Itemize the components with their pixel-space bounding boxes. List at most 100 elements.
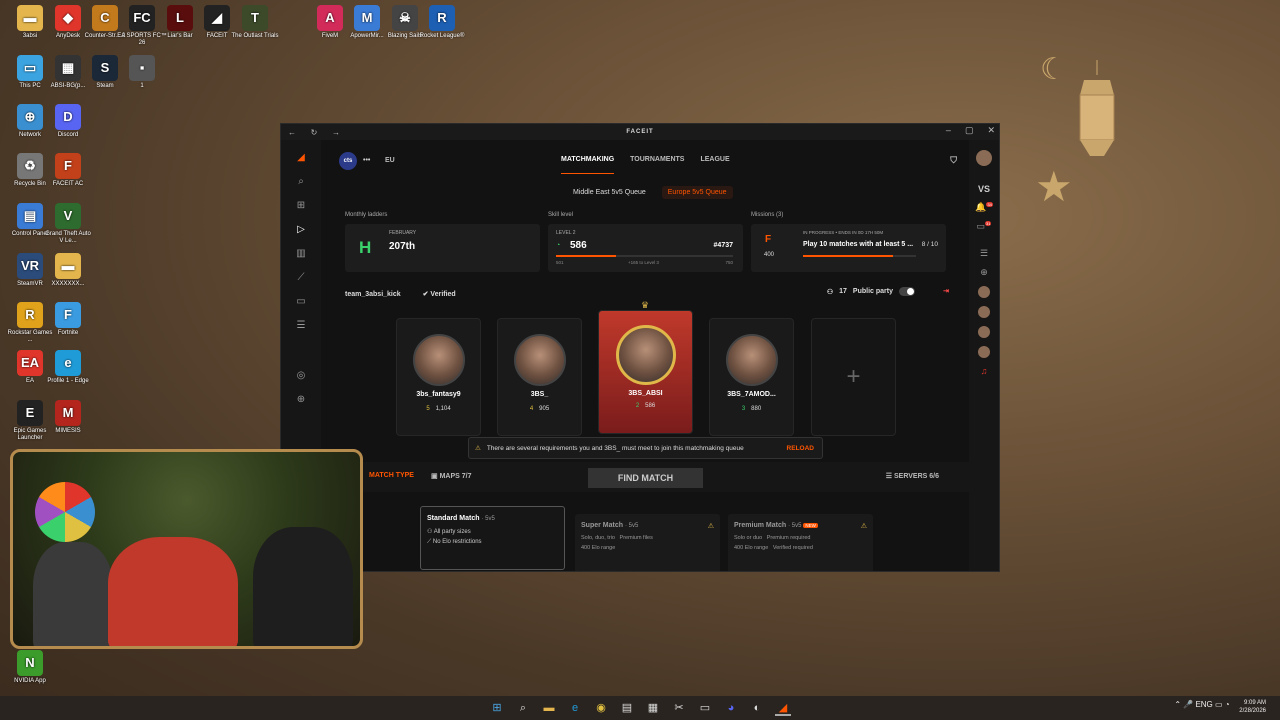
friend-avatar[interactable] xyxy=(978,326,990,338)
vs-icon[interactable]: VS xyxy=(978,184,990,194)
party-player-card[interactable]: 3BS_7AMOD... 3 880 xyxy=(709,318,794,436)
player-elo: 586 xyxy=(645,403,656,409)
notifications-icon[interactable]: 🔔34 xyxy=(975,202,993,213)
queue-warning-banner: ⚠ There are several requirements you and… xyxy=(468,437,823,459)
public-party-toggle[interactable] xyxy=(899,287,915,296)
invite-player-slot[interactable]: + xyxy=(811,318,896,436)
reload-button[interactable]: RELOAD xyxy=(787,445,814,452)
skill-max: 750 xyxy=(725,260,733,265)
mode-standard-match[interactable]: Standard Match · 5v5 ⚇ All party sizes ⟋… xyxy=(420,506,565,570)
mode-title: Super Match xyxy=(581,522,624,529)
more-options-icon[interactable]: ••• xyxy=(363,157,370,164)
team-name[interactable]: team_3absi_kick xyxy=(345,291,401,298)
window-icon[interactable]: ▭ xyxy=(697,700,713,716)
friend-avatar[interactable] xyxy=(978,286,990,298)
desktop-icon[interactable]: ▪ 1 xyxy=(117,55,167,90)
search-icon[interactable]: ⌕ xyxy=(515,700,531,716)
party-player-card[interactable]: 3BS_ 4 905 xyxy=(497,318,582,436)
party-leader-card[interactable]: 3BS_ABSI 2 586 xyxy=(598,310,693,434)
club-logo[interactable]: cts xyxy=(339,152,357,170)
faceit-taskbar-icon[interactable]: ◢ xyxy=(775,700,791,716)
mode-line: Solo or duo Premium required xyxy=(734,535,867,541)
mode-title: Standard Match xyxy=(427,515,480,522)
tray-icons[interactable]: ⌃ 🎤 ENG ▭ ◔ xyxy=(1174,700,1229,709)
warning-text: There are several requirements you and 3… xyxy=(486,444,744,452)
steam-icon[interactable]: ◐ xyxy=(749,700,765,716)
verified-badge: ✔ Verified xyxy=(422,291,456,298)
person-center xyxy=(108,537,238,646)
maps-tab[interactable]: ▣ MAPS 7/7 xyxy=(431,472,471,480)
notepad-icon[interactable]: ▤ xyxy=(619,700,635,716)
language-indicator[interactable]: ENG xyxy=(1195,700,1212,709)
play-icon[interactable]: ▷ xyxy=(292,224,310,238)
chrome-icon[interactable]: ◉ xyxy=(593,700,609,716)
desktop-icon[interactable]: e Profile 1 - Edge xyxy=(43,350,93,385)
mode-premium-match[interactable]: Premium Match · 5v5 NEW ⚠ Solo or duo Pr… xyxy=(728,514,873,571)
close-button[interactable]: ✕ xyxy=(987,125,995,136)
shield-icon[interactable]: ⛉ xyxy=(950,155,957,166)
desktop-icon[interactable]: F FACEIT AC xyxy=(43,153,93,188)
start-icon[interactable]: ⊞ xyxy=(489,700,505,716)
desktop-icon[interactable]: D Discord xyxy=(43,104,93,139)
missions-icon[interactable]: ☰ xyxy=(292,320,310,334)
skill-rank: #4737 xyxy=(713,242,733,249)
app-icon: D xyxy=(55,104,81,130)
match-bottom-bar: MATCH TYPE ▣ MAPS 7/7 FIND MATCH ☰ SERVE… xyxy=(321,462,969,492)
servers-tab[interactable]: ☰ SERVERS 6/6 xyxy=(886,472,939,480)
find-players-icon[interactable]: ⊞ xyxy=(292,200,310,214)
maximize-button[interactable]: ▢ xyxy=(965,125,974,136)
system-tray[interactable]: ⌃ 🎤 ENG ▭ ◔ 9:09 AM 2/28/2026 xyxy=(1174,699,1266,716)
desktop-icon[interactable]: M MIMESIS xyxy=(43,400,93,435)
minimize-button[interactable]: – xyxy=(946,125,951,136)
missions-section-label: Missions (3) xyxy=(751,212,784,218)
missions-card[interactable]: F 400 IN PROGRESS • ENDS IN 0D 17H 50M P… xyxy=(751,224,946,272)
mode-super-match[interactable]: Super Match · 5v5 ⚠ Solo, duo, trio Prem… xyxy=(575,514,720,571)
desktop-icon[interactable]: T The Outlast Trials xyxy=(230,5,280,40)
add-friend-icon[interactable]: ⊕ xyxy=(980,267,988,278)
add-icon[interactable]: ⊕ xyxy=(292,394,310,408)
tab-tournaments[interactable]: TOURNAMENTS xyxy=(630,156,684,174)
app-icon: ▬ xyxy=(17,5,43,31)
player-elo-row: 5 1,104 xyxy=(397,406,480,412)
party-player-card[interactable]: 3bs_fantasy9 5 1,104 xyxy=(396,318,481,436)
player-elo: 1,104 xyxy=(435,406,451,412)
app-icon: ▦ xyxy=(55,55,81,81)
desktop-icon[interactable]: F Fortnite xyxy=(43,302,93,337)
player-elo: 880 xyxy=(751,406,762,412)
rankings-icon[interactable]: ▥ xyxy=(292,248,310,262)
desktop-icon[interactable]: N NVIDIA App xyxy=(5,650,55,685)
app-icon: R xyxy=(429,5,455,31)
desktop-icon[interactable]: V Grand Theft Auto V Le... xyxy=(43,203,93,244)
desktop-icon-label: XXXXXXX... xyxy=(51,281,85,287)
chat-icon[interactable]: ▭31 xyxy=(977,221,992,232)
profile-avatar[interactable] xyxy=(976,150,992,166)
ladder-card[interactable]: H FEBRUARY 207th xyxy=(345,224,540,272)
search-icon[interactable]: ⌕ xyxy=(292,176,310,190)
faceit-window[interactable]: ← ↻ → FACEIT – ▢ ✕ ◢ ⌕ ⊞ ▷ ▥ ⟋ ▭ ☰ ◎ ⊕ c… xyxy=(280,123,1000,572)
store-icon[interactable]: ▦ xyxy=(645,700,661,716)
skill-card[interactable]: LEVEL 2 ◔ 586 #4737 501 +165 to Level 3 … xyxy=(548,224,743,272)
friend-avatar[interactable] xyxy=(978,306,990,318)
stats-icon[interactable]: ⟋ xyxy=(292,272,310,286)
tab-league[interactable]: LEAGUE xyxy=(700,156,729,174)
anticheat-icon[interactable]: ◎ xyxy=(292,370,310,384)
match-type-tab[interactable]: MATCH TYPE xyxy=(369,472,414,479)
skill-to-next: +165 to Level 3 xyxy=(628,260,659,265)
tab-matchmaking[interactable]: MATCHMAKING xyxy=(561,156,615,174)
leave-party-icon[interactable]: ⇥ xyxy=(943,287,949,295)
desktop-icon[interactable]: ▬ XXXXXXX... xyxy=(43,253,93,288)
queue-europe[interactable]: Europe 5v5 Queue xyxy=(661,186,733,199)
find-match-button[interactable]: FIND MATCH xyxy=(588,468,703,488)
desktop-icon[interactable]: R Rocket League® xyxy=(417,5,467,40)
watch-icon[interactable]: ▭ xyxy=(292,296,310,310)
capcut-icon[interactable]: ✂ xyxy=(671,700,687,716)
discord-icon[interactable]: ◕ xyxy=(723,700,739,716)
friends-list-icon[interactable]: ☰ xyxy=(980,248,988,259)
edge-icon[interactable]: e xyxy=(567,700,583,716)
headset-icon[interactable]: ♫ xyxy=(981,366,988,376)
queue-middle-east[interactable]: Middle East 5v5 Queue xyxy=(567,186,652,199)
faceit-logo-icon[interactable]: ◢ xyxy=(292,152,310,166)
file-explorer-icon[interactable]: ▬ xyxy=(541,700,557,716)
friend-avatar[interactable] xyxy=(978,346,990,358)
region-label[interactable]: EU xyxy=(385,157,395,164)
